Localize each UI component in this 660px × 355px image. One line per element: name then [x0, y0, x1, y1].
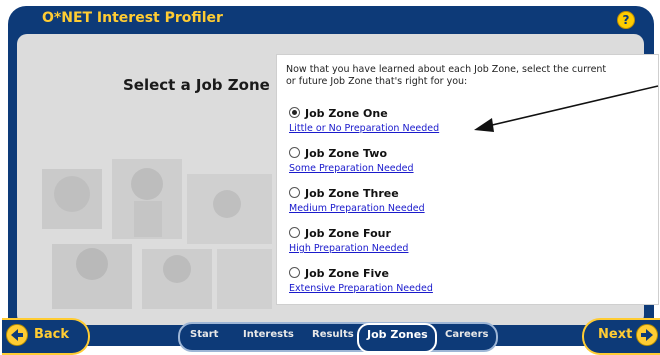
back-label: Back — [34, 327, 70, 342]
job-zone-label: Job Zone Four — [305, 227, 391, 240]
app-title: O*NET Interest Profiler — [42, 10, 223, 26]
radio-job-zone-five[interactable] — [289, 267, 300, 278]
pointer-arrow — [474, 85, 659, 132]
next-label: Next — [598, 327, 633, 342]
preparation-link-four[interactable]: High Preparation Needed — [289, 243, 408, 254]
job-zone-option-four[interactable]: Job Zone Four High Preparation Needed — [289, 222, 408, 254]
preparation-link-five[interactable]: Extensive Preparation Needed — [289, 283, 433, 294]
next-arrow-icon — [636, 324, 658, 346]
page-title: Select a Job Zone — [123, 76, 270, 94]
preparation-link-two[interactable]: Some Preparation Needed — [289, 163, 414, 174]
job-zone-option-three[interactable]: Job Zone Three Medium Preparation Needed — [289, 182, 425, 214]
preparation-link-one[interactable]: Little or No Preparation Needed — [289, 123, 439, 134]
tab-careers[interactable]: Careers — [445, 329, 488, 340]
back-arrow-icon — [6, 324, 28, 346]
job-zone-label: Job Zone Five — [305, 267, 389, 280]
job-zone-option-one[interactable]: Job Zone One Little or No Preparation Ne… — [289, 102, 439, 134]
preparation-link-three[interactable]: Medium Preparation Needed — [289, 203, 425, 214]
tab-results[interactable]: Results — [312, 329, 354, 340]
job-zone-option-five[interactable]: Job Zone Five Extensive Preparation Need… — [289, 262, 433, 294]
tab-job-zones-label: Job Zones — [367, 328, 428, 341]
tab-start[interactable]: Start — [190, 329, 218, 340]
radio-job-zone-three[interactable] — [289, 187, 300, 198]
job-zone-label: Job Zone One — [305, 107, 388, 120]
job-zone-option-two[interactable]: Job Zone Two Some Preparation Needed — [289, 142, 414, 174]
job-zone-label: Job Zone Two — [305, 147, 388, 160]
tab-interests[interactable]: Interests — [243, 329, 294, 340]
help-icon[interactable]: ? — [617, 11, 635, 29]
people-collage-image — [42, 159, 272, 309]
radio-job-zone-four[interactable] — [289, 227, 300, 238]
radio-job-zone-two[interactable] — [289, 147, 300, 158]
radio-job-zone-one[interactable] — [289, 107, 300, 118]
job-zone-label: Job Zone Three — [305, 187, 399, 200]
